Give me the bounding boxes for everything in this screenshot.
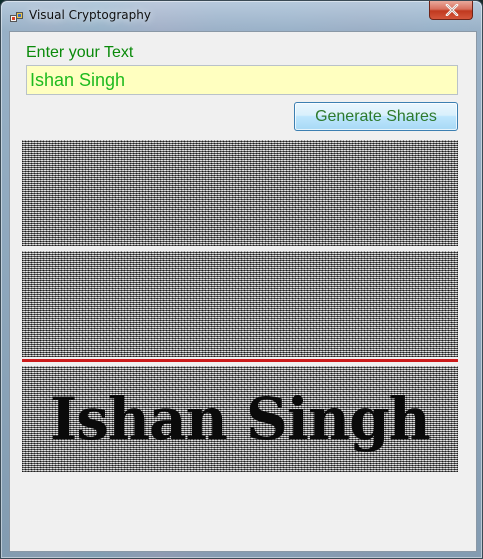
close-button[interactable] [429, 1, 473, 20]
prompt-label: Enter your Text [26, 44, 134, 61]
close-icon [445, 4, 459, 16]
share-2-image [22, 251, 458, 357]
client-area: Enter your Text Generate Shares Ishan Si… [9, 31, 477, 552]
share-1-image [22, 140, 458, 246]
window-title: Visual Cryptography [29, 8, 151, 22]
overlay-revealed-text: Ishan Singh [50, 385, 431, 453]
text-input[interactable] [26, 65, 458, 95]
window-frame: Visual Cryptography Enter your Text Gene… [0, 0, 483, 559]
app-icon [10, 9, 23, 22]
title-bar[interactable]: Visual Cryptography [1, 1, 482, 29]
divider-line [22, 359, 458, 362]
generate-shares-button[interactable]: Generate Shares [294, 102, 458, 131]
overlay-result-image: Ishan Singh [22, 366, 458, 472]
